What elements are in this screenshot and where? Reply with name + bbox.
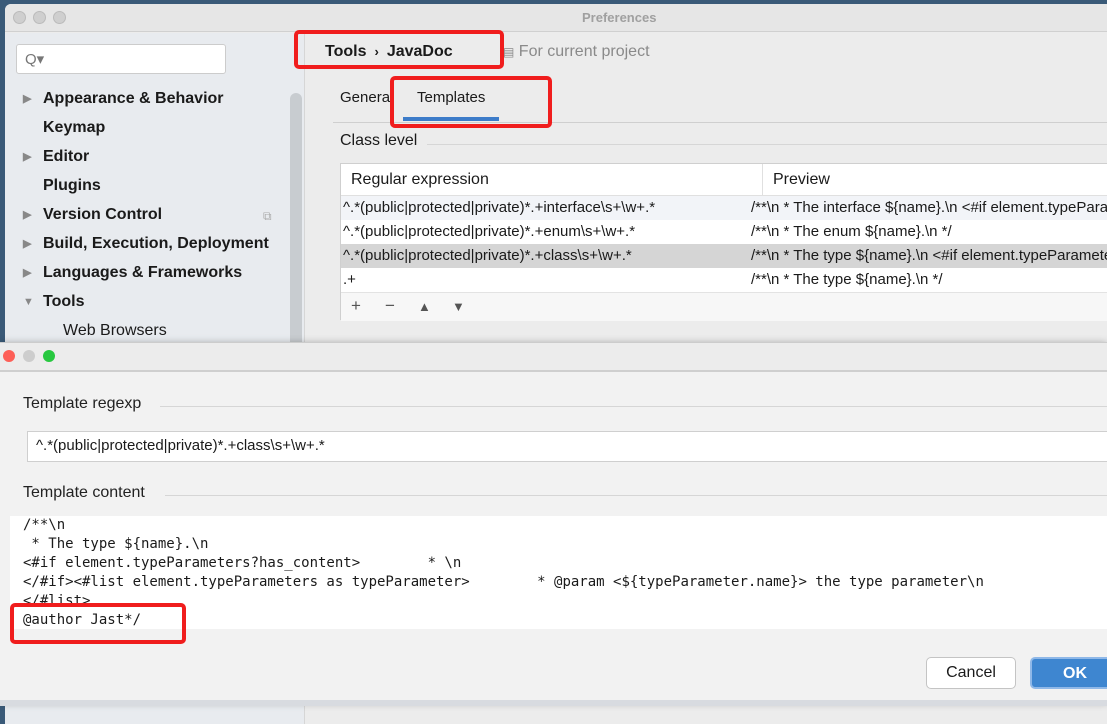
title-bar: Preferences — [5, 4, 1107, 32]
section-title: Class level — [340, 132, 418, 149]
close-window-button[interactable] — [13, 11, 26, 24]
tab-general[interactable]: General — [340, 89, 390, 106]
template-regexp-label: Template regexp — [23, 395, 142, 412]
template-content-editor[interactable]: /**\n * The type ${name}.\n <#if element.… — [10, 516, 1107, 629]
breadcrumb-parent[interactable]: Tools — [325, 43, 366, 60]
table-row[interactable]: .+ /**\n * The type ${name}.\n */ — [341, 268, 1107, 292]
preview-cell: /**\n * The type ${name}.\n <#if element… — [751, 247, 1107, 264]
preview-cell: /**\n * The type ${name}.\n */ — [751, 271, 943, 288]
zoom-dialog-button[interactable] — [43, 350, 55, 362]
sidebar-item-tools[interactable]: ▼ Tools — [5, 288, 285, 316]
preview-cell: /**\n * The interface ${name}.\n <#if el… — [751, 199, 1107, 216]
search-input[interactable]: Q▾ — [16, 44, 226, 74]
template-content-label: Template content — [23, 484, 145, 501]
sidebar-item-label: Build, Execution, Deployment — [43, 235, 269, 252]
sidebar-item-label: Editor — [43, 148, 90, 165]
class-level-table: Regular expression Preview ^.*(public|pr… — [340, 163, 1107, 321]
section-divider — [160, 406, 1107, 407]
regex-cell: ^.*(public|protected|private)*.+enum\s+\… — [343, 223, 636, 240]
sidebar-item-build[interactable]: ▶ Build, Execution, Deployment — [5, 230, 285, 258]
add-icon[interactable]: + — [351, 296, 361, 316]
background-window-edge — [0, 700, 1107, 706]
code-line: </#list> — [23, 593, 91, 609]
sidebar-item-label: Tools — [43, 293, 85, 310]
breadcrumb-separator: › — [374, 44, 379, 59]
column-header-preview[interactable]: Preview — [763, 164, 1107, 196]
regex-cell: ^.*(public|protected|private)*.+class\s+… — [343, 247, 632, 264]
move-up-icon[interactable]: ▲ — [418, 299, 431, 314]
template-regexp-input[interactable]: ^.*(public|protected|private)*.+class\s+… — [27, 431, 1107, 462]
tabs-divider — [333, 122, 1107, 123]
sidebar-item-version-control[interactable]: ▶ Version Control — [5, 201, 285, 229]
breadcrumb: Tools › JavaDoc — [325, 43, 453, 61]
table-row[interactable]: ^.*(public|protected|private)*.+interfac… — [341, 196, 1107, 220]
section-divider — [165, 495, 1107, 496]
dialog-title-bar — [0, 343, 1107, 372]
code-line: * The type ${name}.\n — [23, 536, 209, 552]
section-divider — [427, 144, 1107, 145]
regex-cell: ^.*(public|protected|private)*.+interfac… — [343, 199, 656, 216]
active-tab-indicator — [403, 117, 499, 121]
expand-arrow-icon: ▶ — [23, 93, 32, 105]
close-dialog-button[interactable] — [3, 350, 15, 362]
expand-arrow-icon: ▶ — [23, 209, 32, 221]
sidebar-item-editor[interactable]: ▶ Editor — [5, 143, 285, 171]
expand-arrow-icon: ▶ — [23, 267, 32, 279]
scope-label: ▤ For current project — [503, 43, 650, 61]
zoom-window-button[interactable] — [53, 11, 66, 24]
cancel-button[interactable]: Cancel — [926, 657, 1016, 689]
scope-text: For current project — [518, 43, 650, 60]
code-line: @author Jast*/ — [23, 612, 142, 628]
move-down-icon[interactable]: ▼ — [452, 299, 465, 314]
expand-arrow-icon: ▶ — [23, 238, 32, 250]
search-icon: Q▾ — [25, 51, 45, 68]
regex-cell: .+ — [343, 271, 356, 288]
project-scope-icon: ▤ — [503, 45, 515, 59]
sidebar-item-keymap[interactable]: Keymap — [5, 114, 285, 142]
sidebar-item-languages[interactable]: ▶ Languages & Frameworks — [5, 259, 285, 287]
sidebar-item-label: Plugins — [43, 177, 101, 194]
code-line: </#if><#list element.typeParameters as t… — [23, 574, 984, 590]
remove-icon[interactable]: − — [385, 296, 395, 316]
sidebar-item-web-browsers[interactable]: Web Browsers — [5, 317, 285, 345]
sidebar-item-plugins[interactable]: Plugins — [5, 172, 285, 200]
sidebar-item-appearance[interactable]: ▶ Appearance & Behavior — [5, 85, 285, 113]
sidebar-item-label: Version Control — [43, 206, 163, 223]
window-title: Preferences — [582, 10, 657, 25]
table-row-selected[interactable]: ^.*(public|protected|private)*.+class\s+… — [341, 244, 1107, 268]
table-toolbar: + − ▲ ▼ — [341, 292, 1107, 321]
collapse-arrow-icon: ▼ — [23, 296, 34, 308]
minimize-window-button[interactable] — [33, 11, 46, 24]
edit-template-dialog: Template regexp ^.*(public|protected|pri… — [0, 342, 1107, 700]
sidebar-item-label: Web Browsers — [63, 322, 167, 339]
minimize-dialog-button[interactable] — [23, 350, 35, 362]
preview-cell: /**\n * The enum ${name}.\n */ — [751, 223, 952, 240]
table-row[interactable]: ^.*(public|protected|private)*.+enum\s+\… — [341, 220, 1107, 244]
sidebar-item-label: Languages & Frameworks — [43, 264, 243, 281]
breadcrumb-current: JavaDoc — [386, 43, 453, 60]
sidebar-item-label: Appearance & Behavior — [43, 90, 224, 107]
column-header-regex[interactable]: Regular expression — [341, 164, 763, 196]
project-scope-icon: ⧉ — [263, 209, 272, 223]
code-line: <#if element.typeParameters?has_content>… — [23, 555, 462, 571]
sidebar-item-label: Keymap — [43, 119, 106, 136]
code-line: /**\n — [23, 517, 66, 533]
ok-button[interactable]: OK — [1030, 657, 1107, 689]
tab-templates[interactable]: Templates — [417, 89, 485, 106]
expand-arrow-icon: ▶ — [23, 151, 32, 163]
